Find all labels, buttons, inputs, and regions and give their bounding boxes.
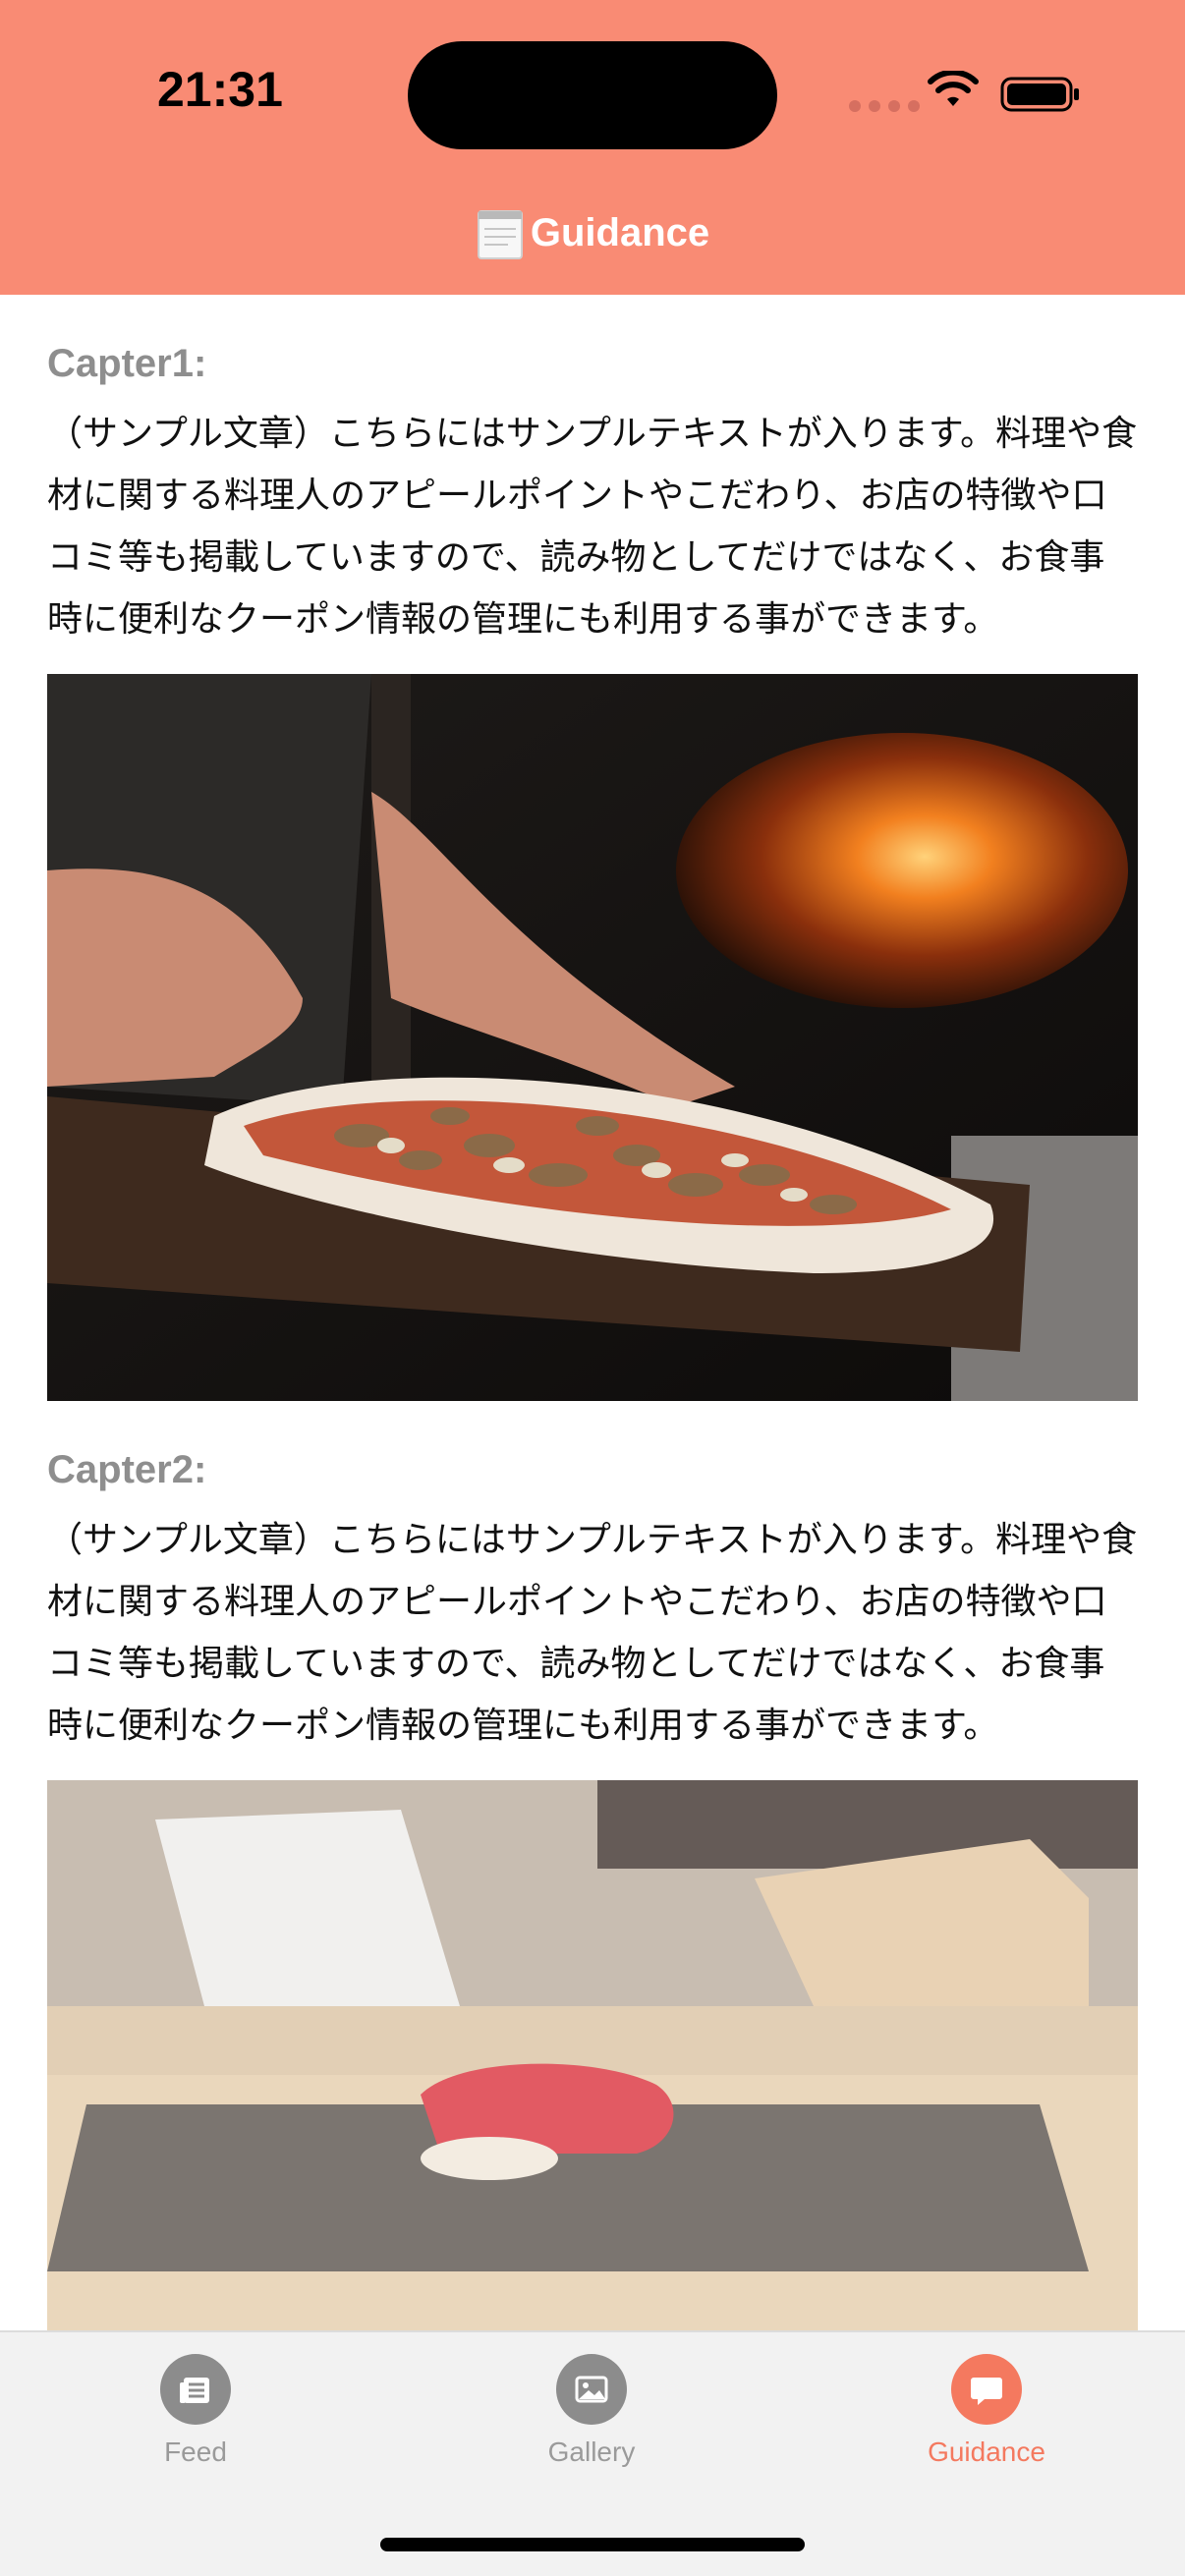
notepad-icon <box>477 210 523 259</box>
cellular-signal-icon <box>849 100 920 112</box>
screen: 21:31 Guidance Capter1: （サンプル文章）こちらにはサンプ… <box>0 0 1185 2576</box>
tab-guidance[interactable]: Guidance <box>859 2354 1114 2472</box>
chapter-body: （サンプル文章）こちらにはサンプルテキストが入ります。料理や食材に関する料理人の… <box>47 414 1138 640</box>
chapter-title: Capter1: <box>47 342 207 385</box>
tab-feed[interactable]: Feed <box>68 2354 323 2472</box>
page-title: Guidance <box>530 210 710 254</box>
chapter-title: Capter2: <box>47 1448 207 1491</box>
guidance-content[interactable]: Capter1: （サンプル文章）こちらにはサンプルテキストが入ります。料理や食… <box>47 295 1138 2507</box>
feed-icon <box>160 2354 231 2425</box>
header-bar: 21:31 Guidance <box>0 0 1185 295</box>
pizza-photo <box>47 674 1138 1401</box>
chat-bubble-icon <box>951 2354 1022 2425</box>
tab-gallery[interactable]: Gallery <box>464 2354 719 2472</box>
battery-icon <box>1000 77 1079 112</box>
wifi-icon <box>928 71 979 106</box>
home-indicator[interactable] <box>380 2538 805 2551</box>
tab-label: Guidance <box>928 2436 1045 2467</box>
dynamic-island <box>408 41 777 149</box>
status-time: 21:31 <box>157 62 283 117</box>
tab-label: Gallery <box>547 2436 636 2467</box>
chapter-1: Capter1: （サンプル文章）こちらにはサンプルテキストが入ります。料理や食… <box>47 340 1138 1401</box>
chapter-body: （サンプル文章）こちらにはサンプルテキストが入ります。料理や食材に関する料理人の… <box>47 1520 1138 1746</box>
nav-title: Guidance <box>0 201 1185 264</box>
tab-label: Feed <box>164 2436 227 2467</box>
gallery-icon <box>556 2354 627 2425</box>
